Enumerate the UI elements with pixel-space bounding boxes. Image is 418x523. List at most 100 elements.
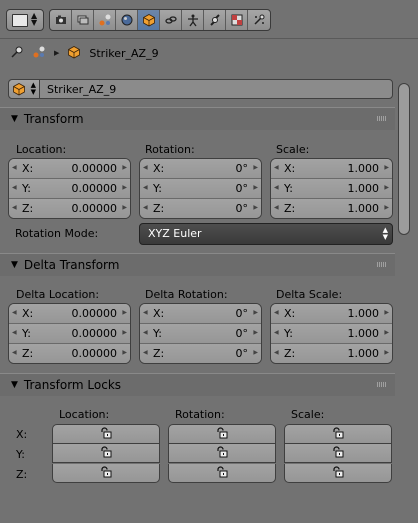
- scene-icon: [99, 14, 110, 26]
- location-x-field[interactable]: ◀ X: 0.00000 ▶: [9, 159, 130, 179]
- scrollbar-thumb[interactable]: [398, 83, 410, 235]
- delta-scale-z-field[interactable]: ◀ Z: 1.000 ▶: [271, 344, 392, 363]
- delta-rotation-label: Delta Rotation:: [145, 288, 228, 301]
- lock-scale-y-toggle[interactable]: [284, 444, 392, 463]
- panel-title: Transform: [23, 112, 84, 126]
- lock-row-y-label: Y:: [16, 448, 25, 461]
- location-z-field[interactable]: ◀ Z: 0.00000 ▶: [9, 199, 130, 218]
- rotation-x-field[interactable]: ◀ X: 0° ▶: [140, 159, 261, 179]
- lock-scale-x-toggle[interactable]: [284, 424, 392, 444]
- delta-scale-y-field[interactable]: ◀ Y: 1.000 ▶: [271, 324, 392, 344]
- dropdown-arrows-icon: ▲ ▼: [31, 11, 38, 27]
- tab-particles[interactable]: [248, 10, 270, 30]
- scale-label: Scale:: [276, 143, 310, 156]
- delta-transform-panel-header[interactable]: ▼ Delta Transform: [0, 253, 395, 276]
- rotation-z-field[interactable]: ◀ Z: 0° ▶: [140, 199, 261, 218]
- pin-icon[interactable]: [10, 45, 24, 62]
- lock-location-z-toggle[interactable]: [52, 464, 160, 483]
- editor-type-selector[interactable]: ▲ ▼: [6, 9, 44, 31]
- object-name-row: ▲ ▼ Striker_AZ_9: [8, 79, 393, 99]
- properties-panel: ▶ Striker_AZ_9 ▲ ▼ Striker_AZ_9 ▼ Transfo…: [0, 39, 410, 486]
- dropdown-arrows-icon: ▲ ▼: [30, 81, 36, 96]
- tab-modifiers[interactable]: [182, 10, 204, 30]
- unlocked-padlock-icon: [215, 426, 229, 442]
- object-icon: [67, 45, 81, 62]
- texture-icon: [231, 14, 242, 26]
- location-label: Location:: [16, 143, 67, 156]
- delta-location-y-field[interactable]: ◀ Y: 0.00000 ▶: [9, 324, 130, 344]
- delta-location-z-field[interactable]: ◀ Z: 0.00000 ▶: [9, 344, 130, 363]
- lock-rotation-label: Rotation:: [175, 408, 225, 421]
- lock-row-x-label: X:: [16, 428, 28, 441]
- world-icon: [121, 14, 132, 26]
- object-icon: [13, 83, 25, 96]
- transform-locks-panel-header[interactable]: ▼ Transform Locks: [0, 373, 395, 396]
- tab-scene[interactable]: [94, 10, 116, 30]
- physics-icon: [209, 14, 220, 26]
- rotation-mode-label: Rotation Mode:: [15, 227, 99, 240]
- object-browse-button[interactable]: ▲ ▼: [9, 80, 40, 98]
- lock-location-x-toggle[interactable]: [52, 424, 160, 444]
- location-y-field[interactable]: ◀ Y: 0.00000 ▶: [9, 179, 130, 199]
- lock-rotation-z-toggle[interactable]: [168, 464, 276, 483]
- panel-title: Delta Transform: [23, 258, 120, 272]
- transform-panel-header[interactable]: ▼ Transform: [0, 107, 395, 130]
- collapse-triangle-icon: ▼: [11, 380, 18, 390]
- lock-scale-label: Scale:: [291, 408, 325, 421]
- scale-z-field[interactable]: ◀ Z: 1.000 ▶: [271, 199, 392, 218]
- unlocked-padlock-icon: [331, 445, 345, 461]
- lock-scale-z-toggle[interactable]: [284, 464, 392, 483]
- delta-location-label: Delta Location:: [16, 288, 100, 301]
- unlocked-padlock-icon: [215, 465, 229, 481]
- modifiers-icon: [187, 14, 198, 27]
- delta-rotation-x-field[interactable]: ◀ X: 0° ▶: [140, 304, 261, 324]
- breadcrumb-arrow-icon: ▶: [54, 49, 60, 57]
- delta-rotation-y-field[interactable]: ◀ Y: 0° ▶: [140, 324, 261, 344]
- scene-icon: [32, 45, 46, 62]
- scale-y-field[interactable]: ◀ Y: 1.000 ▶: [271, 179, 392, 199]
- collapse-triangle-icon: ▼: [11, 114, 18, 124]
- unlocked-padlock-icon: [215, 445, 229, 461]
- constraints-icon: [164, 16, 177, 24]
- delta-rotation-z-field[interactable]: ◀ Z: 0° ▶: [140, 344, 261, 363]
- tab-texture[interactable]: [226, 10, 248, 30]
- object-name-field[interactable]: Striker_AZ_9: [40, 83, 116, 96]
- tab-object[interactable]: [138, 10, 160, 30]
- unlocked-padlock-icon: [331, 465, 345, 481]
- unlocked-padlock-icon: [99, 465, 113, 481]
- context-tabs: [49, 9, 271, 31]
- rotation-y-field[interactable]: ◀ Y: 0° ▶: [140, 179, 261, 199]
- delta-scale-vector: ◀ X: 1.000 ▶ ◀ Y: 1.000 ▶ ◀ Z: 1.000 ▶: [270, 303, 393, 364]
- render-layers-icon: [77, 15, 88, 25]
- rotation-mode-dropdown[interactable]: XYZ Euler ▲ ▼: [139, 223, 393, 245]
- tab-physics[interactable]: [204, 10, 226, 30]
- properties-header: ▲ ▼: [0, 0, 418, 39]
- delta-rotation-vector: ◀ X: 0° ▶ ◀ Y: 0° ▶ ◀ Z: 0° ▶: [139, 303, 262, 364]
- unlocked-padlock-icon: [99, 445, 113, 461]
- scale-vector: ◀ X: 1.000 ▶ ◀ Y: 1.000 ▶ ◀ Z: 1.000 ▶: [270, 158, 393, 219]
- lock-row-z-label: Z:: [16, 468, 28, 481]
- tab-constraints[interactable]: [160, 10, 182, 30]
- tab-render-layers[interactable]: [72, 10, 94, 30]
- unlocked-padlock-icon: [331, 426, 345, 442]
- rotation-mode-value: XYZ Euler: [148, 227, 202, 240]
- drag-grip-icon[interactable]: [377, 262, 387, 267]
- collapse-triangle-icon: ▼: [11, 260, 18, 270]
- drag-grip-icon[interactable]: [377, 382, 387, 387]
- breadcrumb: ▶ Striker_AZ_9: [10, 44, 159, 62]
- drag-grip-icon[interactable]: [377, 116, 387, 121]
- unlocked-padlock-icon: [99, 426, 113, 442]
- lock-rotation-y-toggle[interactable]: [168, 444, 276, 463]
- lock-location-label: Location:: [59, 408, 110, 421]
- dropdown-arrows-icon: ▲ ▼: [382, 226, 388, 241]
- lock-rotation-x-toggle[interactable]: [168, 424, 276, 444]
- panel-scrollbar[interactable]: [398, 83, 410, 523]
- location-vector: ◀ X: 0.00000 ▶ ◀ Y: 0.00000 ▶ ◀ Z: 0.00000 ▶: [8, 158, 131, 219]
- delta-location-x-field[interactable]: ◀ X: 0.00000 ▶: [9, 304, 130, 324]
- tab-world[interactable]: [116, 10, 138, 30]
- scale-x-field[interactable]: ◀ X: 1.000 ▶: [271, 159, 392, 179]
- tab-render[interactable]: [50, 10, 72, 30]
- lock-location-y-toggle[interactable]: [52, 444, 160, 463]
- delta-scale-label: Delta Scale:: [276, 288, 343, 301]
- delta-scale-x-field[interactable]: ◀ X: 1.000 ▶: [271, 304, 392, 324]
